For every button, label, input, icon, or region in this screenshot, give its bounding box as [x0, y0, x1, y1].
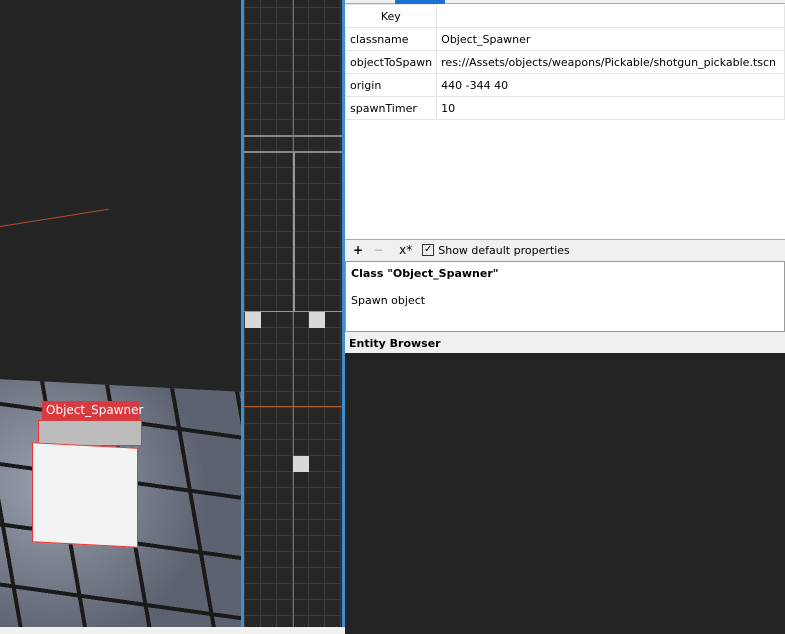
2d-grid-viewport[interactable] — [241, 0, 345, 627]
tab-strip — [345, 0, 785, 4]
property-value[interactable]: res://Assets/objects/weapons/Pickable/sh… — [436, 50, 785, 74]
3d-viewport[interactable]: Object_Spawner — [0, 0, 241, 627]
checkbox-label: Show default properties — [438, 243, 570, 257]
resize-handle[interactable] — [309, 312, 325, 328]
entity-browser-header: Entity Browser — [345, 335, 785, 353]
remove-property-button[interactable]: − — [373, 243, 383, 257]
entity-marker[interactable] — [293, 456, 309, 472]
key-column-header[interactable]: Key — [345, 4, 438, 28]
entity-properties-panel: Key classname Object_Spawner objectToSpaw… — [344, 0, 785, 634]
property-key: spawnTimer — [344, 96, 438, 120]
x-axis-line — [244, 406, 342, 407]
clear-properties-button[interactable]: x* — [399, 243, 412, 257]
property-key: classname — [344, 27, 438, 51]
entity-label: Object_Spawner — [42, 401, 143, 421]
properties-table: Key classname Object_Spawner objectToSpaw… — [344, 4, 785, 240]
property-key: origin — [344, 73, 438, 97]
property-value[interactable]: 10 — [436, 96, 785, 120]
bounds-line — [244, 135, 342, 137]
resize-handle[interactable] — [245, 312, 261, 328]
table-row[interactable]: objectToSpawn res://Assets/objects/weapon… — [344, 50, 785, 74]
class-info-box: Class "Object_Spawner" Spawn object — [345, 261, 785, 332]
property-key: objectToSpawn — [344, 50, 438, 74]
property-value[interactable]: 440 -344 40 — [436, 73, 785, 97]
add-property-button[interactable]: + — [353, 243, 363, 257]
entity-browser[interactable] — [345, 353, 785, 634]
show-default-properties-checkbox[interactable]: ✓ Show default properties — [422, 244, 570, 257]
property-value[interactable]: Object_Spawner — [436, 27, 785, 51]
class-description: Spawn object — [351, 294, 426, 307]
axis-line — [0, 208, 109, 227]
entity-cube-top[interactable] — [38, 420, 142, 446]
entity-cube[interactable] — [32, 442, 138, 548]
checkmark-icon: ✓ — [422, 244, 435, 256]
y-axis-line — [293, 0, 294, 627]
table-row[interactable]: classname Object_Spawner — [344, 27, 785, 51]
class-title: Class "Object_Spawner" — [351, 267, 499, 280]
table-row[interactable]: origin 440 -344 40 — [344, 73, 785, 97]
properties-toolbar: + − x* ✓ Show default properties — [345, 240, 785, 260]
table-row[interactable]: spawnTimer 10 — [344, 96, 785, 120]
bounds-line — [293, 152, 295, 312]
active-tab[interactable] — [395, 0, 445, 4]
